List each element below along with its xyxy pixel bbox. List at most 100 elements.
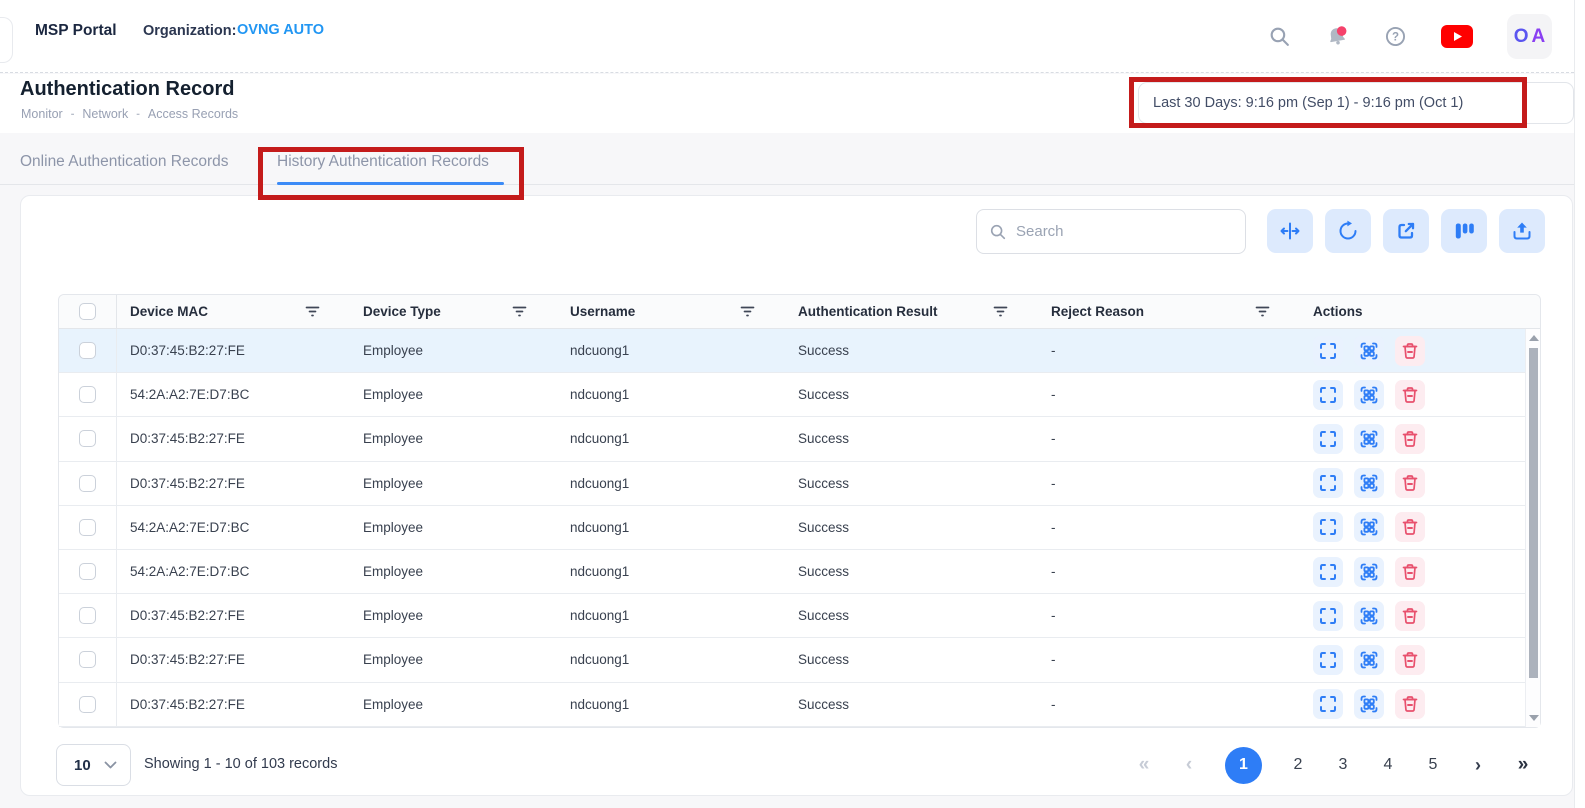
refresh-button[interactable]: [1325, 209, 1371, 253]
sidebar-collapsed-notch[interactable]: [0, 17, 13, 63]
row-checkbox[interactable]: [79, 696, 96, 713]
cell-device-mac: 54:2A:A2:7E:D7:BC: [117, 506, 350, 549]
table-row[interactable]: D0:37:45:B2:27:FE Employee ndcuong1 Succ…: [59, 329, 1540, 373]
row-checkbox[interactable]: [79, 563, 96, 580]
breadcrumb-item-network[interactable]: Network: [82, 107, 128, 121]
last-page-button[interactable]: »: [1514, 754, 1532, 776]
row-checkbox-cell: [59, 506, 117, 549]
qr-code-button[interactable]: [1354, 645, 1384, 675]
table-row[interactable]: 54:2A:A2:7E:D7:BC Employee ndcuong1 Succ…: [59, 506, 1540, 550]
cell-authentication-result: Success: [785, 417, 1038, 460]
organization-value-link[interactable]: OVNG AUTO: [237, 22, 324, 38]
scrollbar-thumb[interactable]: [1529, 348, 1538, 678]
delete-button[interactable]: [1395, 380, 1425, 410]
row-checkbox[interactable]: [79, 475, 96, 492]
table-row[interactable]: D0:37:45:B2:27:FE Employee ndcuong1 Succ…: [59, 417, 1540, 461]
expand-button[interactable]: [1313, 380, 1343, 410]
avatar[interactable]: O A: [1507, 14, 1552, 59]
table-row[interactable]: 54:2A:A2:7E:D7:BC Employee ndcuong1 Succ…: [59, 550, 1540, 594]
expand-icon: [1318, 606, 1338, 626]
columns-button[interactable]: [1441, 209, 1487, 253]
delete-button[interactable]: [1395, 689, 1425, 719]
search-input[interactable]: [1016, 223, 1233, 240]
youtube-icon[interactable]: [1441, 25, 1473, 49]
expand-icon: [1318, 650, 1338, 670]
notifications-icon[interactable]: [1325, 25, 1349, 49]
row-checkbox-cell: [59, 462, 117, 505]
page-number-button[interactable]: 3: [1334, 756, 1352, 774]
page-size-select[interactable]: 10: [56, 744, 131, 786]
scrollbar-down-arrow[interactable]: [1529, 715, 1539, 721]
delete-button[interactable]: [1395, 557, 1425, 587]
filter-icon[interactable]: [305, 305, 320, 318]
expand-button[interactable]: [1313, 336, 1343, 366]
date-range-picker[interactable]: Last 30 Days: 9:16 pm (Sep 1) - 9:16 pm …: [1138, 82, 1574, 124]
table-row[interactable]: D0:37:45:B2:27:FE Employee ndcuong1 Succ…: [59, 638, 1540, 682]
table-scrollbar[interactable]: [1525, 329, 1540, 727]
previous-page-button[interactable]: ‹: [1180, 754, 1198, 776]
delete-button[interactable]: [1395, 468, 1425, 498]
export-button[interactable]: [1499, 209, 1545, 253]
delete-button[interactable]: [1395, 512, 1425, 542]
next-page-button[interactable]: ›: [1469, 755, 1487, 776]
row-checkbox[interactable]: [79, 430, 96, 447]
expand-icon: [1318, 694, 1338, 714]
qr-code-button[interactable]: [1354, 689, 1384, 719]
window-scrollbar-gutter[interactable]: [1574, 0, 1585, 808]
delete-button[interactable]: [1395, 336, 1425, 366]
help-icon[interactable]: ?: [1383, 25, 1407, 49]
row-checkbox[interactable]: [79, 342, 96, 359]
first-page-button[interactable]: «: [1135, 754, 1153, 776]
qr-code-button[interactable]: [1354, 424, 1384, 454]
expand-icon: [1318, 562, 1338, 582]
tab-history-authentication-records[interactable]: History Authentication Records: [277, 153, 489, 171]
expand-button[interactable]: [1313, 645, 1343, 675]
qr-code-button[interactable]: [1354, 336, 1384, 366]
cell-reject-reason: -: [1038, 462, 1300, 505]
cell-authentication-result: Success: [785, 329, 1038, 372]
delete-button[interactable]: [1395, 424, 1425, 454]
search-icon[interactable]: [1267, 25, 1291, 49]
tab-online-authentication-records[interactable]: Online Authentication Records: [20, 153, 229, 171]
qr-code-button[interactable]: [1354, 380, 1384, 410]
filter-icon[interactable]: [1255, 305, 1270, 318]
qr-code-button[interactable]: [1354, 468, 1384, 498]
table-row[interactable]: D0:37:45:B2:27:FE Employee ndcuong1 Succ…: [59, 594, 1540, 638]
filter-icon[interactable]: [993, 305, 1008, 318]
expand-button[interactable]: [1313, 468, 1343, 498]
page-number-button[interactable]: 1: [1225, 747, 1262, 784]
select-all-checkbox[interactable]: [79, 303, 96, 320]
expand-button[interactable]: [1313, 689, 1343, 719]
breadcrumb-item-access-records[interactable]: Access Records: [148, 107, 238, 121]
table-row[interactable]: D0:37:45:B2:27:FE Employee ndcuong1 Succ…: [59, 462, 1540, 506]
expand-button[interactable]: [1313, 424, 1343, 454]
delete-button[interactable]: [1395, 601, 1425, 631]
qr-code-button[interactable]: [1354, 512, 1384, 542]
expand-button[interactable]: [1313, 557, 1343, 587]
expand-button[interactable]: [1313, 512, 1343, 542]
cell-username: ndcuong1: [557, 506, 785, 549]
open-in-new-button[interactable]: [1383, 209, 1429, 253]
cell-device-type: Employee: [350, 417, 557, 460]
table-row[interactable]: 54:2A:A2:7E:D7:BC Employee ndcuong1 Succ…: [59, 373, 1540, 417]
fit-columns-button[interactable]: [1267, 209, 1313, 253]
delete-button[interactable]: [1395, 645, 1425, 675]
row-checkbox[interactable]: [79, 651, 96, 668]
cell-actions: [1300, 417, 1540, 460]
page-number-button[interactable]: 2: [1289, 756, 1307, 774]
row-checkbox[interactable]: [79, 519, 96, 536]
page-number-button[interactable]: 4: [1379, 756, 1397, 774]
row-checkbox[interactable]: [79, 386, 96, 403]
table-row[interactable]: D0:37:45:B2:27:FE Employee ndcuong1 Succ…: [59, 683, 1540, 727]
row-checkbox[interactable]: [79, 607, 96, 624]
expand-button[interactable]: [1313, 601, 1343, 631]
scrollbar-up-arrow[interactable]: [1529, 335, 1539, 341]
page-number-button[interactable]: 5: [1424, 756, 1442, 774]
cell-device-mac: D0:37:45:B2:27:FE: [117, 683, 350, 726]
filter-icon[interactable]: [512, 305, 527, 318]
qr-code-button[interactable]: [1354, 601, 1384, 631]
qr-code-button[interactable]: [1354, 557, 1384, 587]
cell-device-type: Employee: [350, 594, 557, 637]
filter-icon[interactable]: [740, 305, 755, 318]
breadcrumb-item-monitor[interactable]: Monitor: [21, 107, 63, 121]
